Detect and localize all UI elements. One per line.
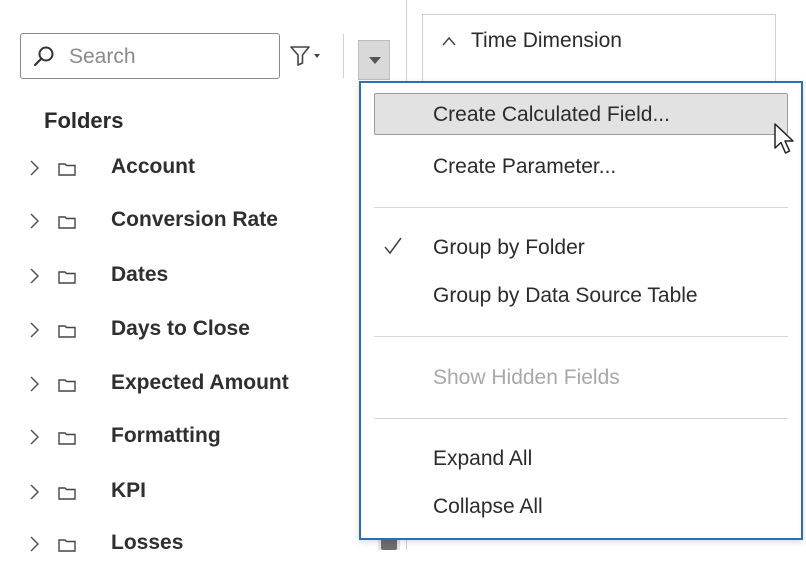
menu-item-collapse-all[interactable]: Collapse All [361,485,801,529]
search-box[interactable] [20,33,280,79]
menu-item-label: Group by Data Source Table [433,284,698,307]
tree-item-label: Days to Close [111,317,250,340]
tree-item-dates[interactable]: Dates [0,263,360,303]
tree-item-label: KPI [111,479,147,502]
data-pane-menu-button[interactable] [358,40,390,80]
filter-icon [290,46,320,66]
folder-icon [58,432,76,445]
data-pane-context-menu: Create Calculated Field... Create Parame… [359,81,803,540]
tree-item-label: Dates [111,263,169,286]
divider [343,34,344,78]
menu-separator [374,207,788,208]
tree-item-days-to-close[interactable]: Days to Close [0,317,360,357]
chevron-right-icon [30,268,40,284]
tree-item-conversion-rate[interactable]: Conversion Rate [0,208,360,248]
chevron-right-icon [30,376,40,392]
tree-item-label: Losses [111,531,184,554]
chevron-right-icon [30,536,40,552]
menu-item-create-parameter[interactable]: Create Parameter... [361,145,801,189]
tree-item-formatting[interactable]: Formatting [0,424,360,464]
search-input[interactable] [67,40,271,74]
menu-separator [374,418,788,419]
menu-item-label: Show Hidden Fields [433,366,620,389]
tree-item-label: Account [111,155,195,178]
checkmark-icon [384,237,402,255]
menu-item-label: Expand All [433,447,533,470]
tree-item-losses[interactable]: Losses [0,531,360,571]
menu-item-create-calculated-field[interactable]: Create Calculated Field... [374,93,794,154]
chevron-right-icon [30,322,40,338]
menu-item-label: Group by Folder [433,236,585,259]
menu-item-group-by-folder[interactable]: Group by Folder [361,226,801,270]
tree-item-account[interactable]: Account [0,155,360,195]
menu-item-group-by-data-source-table[interactable]: Group by Data Source Table [361,274,801,318]
chevron-up-icon [442,36,456,46]
menu-item-label: Create Parameter... [433,155,617,178]
chevron-right-icon [30,484,40,500]
menu-item-show-hidden-fields: Show Hidden Fields [361,356,801,400]
folder-icon [58,163,76,176]
folder-icon [58,216,76,229]
caret-down-icon [369,57,381,64]
data-pane: Folders Account Conversion Rate Dates Da… [0,0,390,554]
menu-separator [374,336,788,337]
search-icon [33,46,54,67]
menu-item-label: Collapse All [433,495,543,518]
folder-icon [58,325,76,338]
folders-heading: Folders [44,108,124,133]
tree-item-expected-amount[interactable]: Expected Amount [0,371,360,411]
time-dimension-title: Time Dimension [471,29,622,52]
tree-item-label: Conversion Rate [111,208,278,231]
folder-icon [58,487,76,500]
folder-icon [58,271,76,284]
tree-item-label: Expected Amount [111,371,289,394]
chevron-right-icon [30,160,40,176]
chevron-right-icon [30,429,40,445]
tree-item-kpi[interactable]: KPI [0,479,360,519]
chevron-right-icon [30,213,40,229]
tree-item-label: Formatting [111,424,221,447]
menu-item-expand-all[interactable]: Expand All [361,437,801,481]
menu-item-label: Create Calculated Field... [433,103,670,126]
folder-icon [58,379,76,392]
filter-button[interactable] [288,42,332,72]
